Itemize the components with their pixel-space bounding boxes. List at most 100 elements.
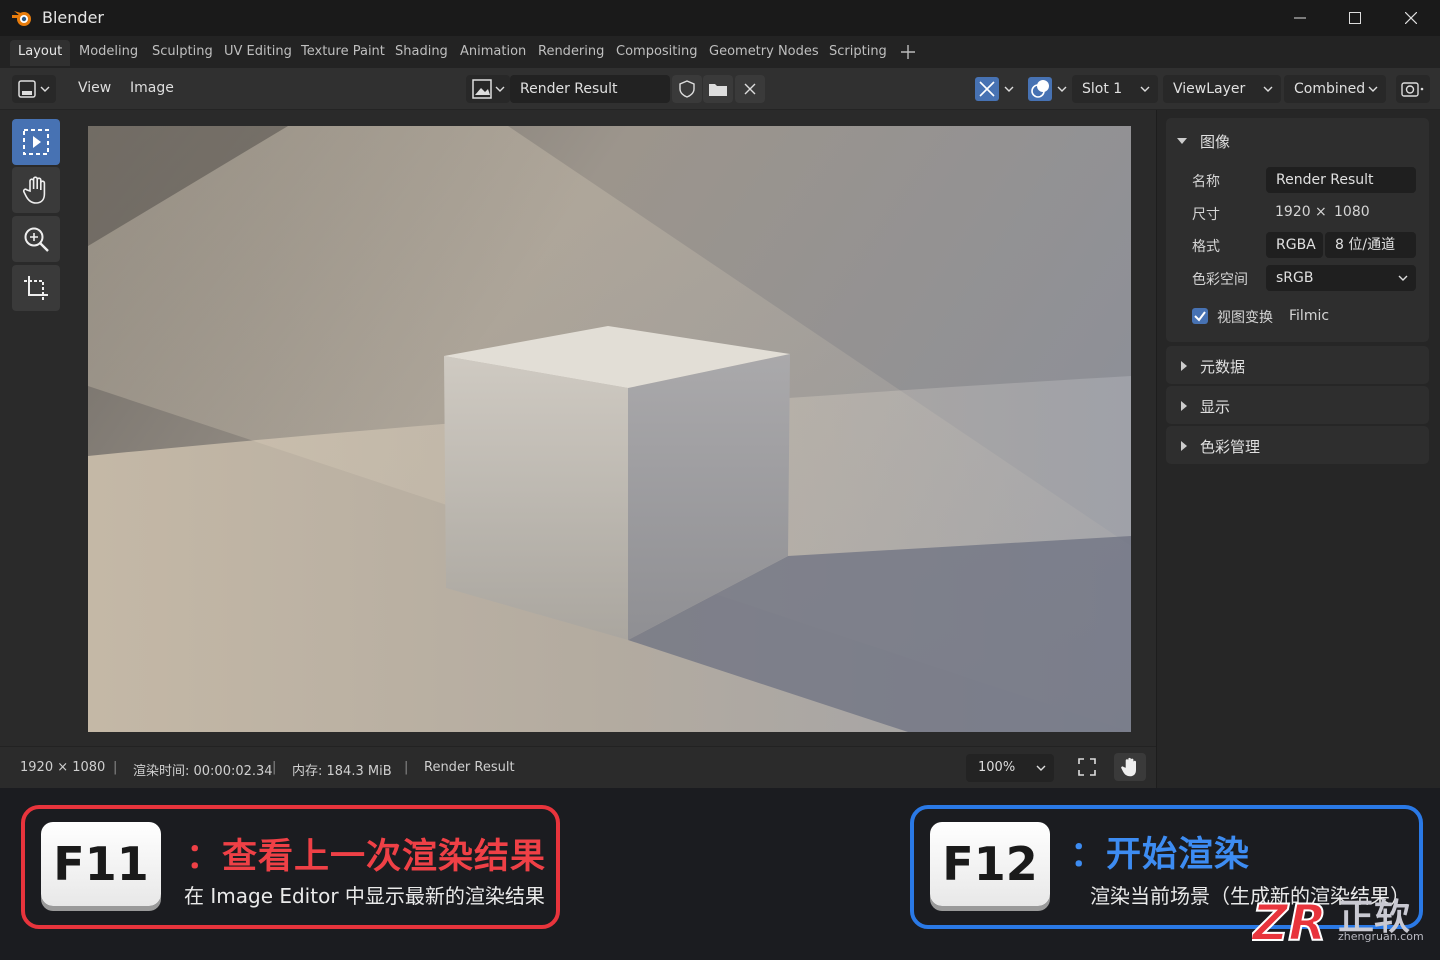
checkmark-icon bbox=[1194, 311, 1206, 322]
view-menu[interactable]: View bbox=[78, 80, 111, 96]
pan-view-button[interactable] bbox=[1114, 753, 1146, 781]
separator: | bbox=[404, 760, 409, 775]
snapshot-button[interactable] bbox=[1396, 75, 1430, 103]
colorspace-dropdown[interactable]: sRGB bbox=[1266, 265, 1416, 291]
image-menu[interactable]: Image bbox=[130, 80, 174, 96]
minimize-button[interactable] bbox=[1272, 0, 1328, 36]
image-editor-footer: 1920 × 1080 | 渲染时间: 00:00:02.34 | 内存: 18… bbox=[0, 746, 1156, 788]
crop-tool-button[interactable] bbox=[12, 265, 60, 311]
view-layer-label: ViewLayer bbox=[1173, 81, 1246, 97]
collapsed-triangle-icon bbox=[1181, 401, 1187, 411]
chevron-down-icon bbox=[1036, 765, 1046, 771]
tab-scripting[interactable]: Scripting bbox=[821, 40, 895, 66]
overlay-button[interactable] bbox=[1028, 75, 1072, 103]
maximize-icon bbox=[1349, 12, 1361, 24]
colorspace-value: sRGB bbox=[1276, 270, 1314, 286]
zoom-tool-button[interactable] bbox=[12, 216, 60, 262]
name-field[interactable]: Render Result bbox=[1266, 167, 1416, 193]
pan-tool-button[interactable] bbox=[12, 167, 60, 213]
overlay-icon bbox=[1028, 77, 1067, 101]
select-box-icon bbox=[23, 129, 49, 155]
add-workspace-icon[interactable] bbox=[898, 42, 918, 62]
view-transform-checkbox[interactable] bbox=[1192, 308, 1208, 324]
render-result-image bbox=[88, 126, 1131, 732]
f11-title: ：查看上一次渲染结果 bbox=[186, 837, 547, 877]
separator: | bbox=[272, 760, 277, 775]
image-editor-icon bbox=[18, 80, 50, 98]
zoom-dropdown[interactable]: 100% bbox=[966, 754, 1054, 782]
slot-dropdown[interactable]: Slot 1 bbox=[1072, 75, 1158, 103]
browse-image-button[interactable] bbox=[466, 75, 510, 103]
view-layer-dropdown[interactable]: ViewLayer bbox=[1163, 75, 1281, 103]
format-label: 格式 bbox=[1192, 239, 1220, 255]
image-browse-icon bbox=[472, 79, 505, 99]
open-image-button[interactable] bbox=[703, 75, 733, 103]
image-name-field[interactable]: Render Result bbox=[510, 75, 670, 103]
app-title: Blender bbox=[42, 8, 104, 27]
tab-animation[interactable]: Animation bbox=[452, 40, 534, 66]
tab-sculpting[interactable]: Sculpting bbox=[144, 40, 221, 66]
svg-text:ZR: ZR bbox=[1252, 894, 1327, 950]
hand-icon bbox=[1121, 757, 1136, 777]
collapsed-triangle-icon bbox=[1181, 441, 1187, 451]
render-pass-dropdown[interactable]: Combined bbox=[1284, 75, 1386, 103]
unlink-image-button[interactable] bbox=[735, 75, 765, 103]
maximize-button[interactable] bbox=[1327, 0, 1383, 36]
close-icon bbox=[1405, 12, 1417, 24]
sample-tool-button[interactable] bbox=[12, 119, 60, 165]
size-label: 尺寸 bbox=[1192, 207, 1220, 223]
tab-uv-editing[interactable]: UV Editing bbox=[216, 40, 300, 66]
close-window-button[interactable] bbox=[1383, 0, 1439, 36]
format-depth-field[interactable]: 8 位/通道 bbox=[1325, 232, 1416, 258]
display-channels-button[interactable] bbox=[975, 75, 1019, 103]
f11-desc: 在 Image Editor 中显示最新的渲染结果 bbox=[184, 884, 545, 908]
size-width: 1920 bbox=[1275, 204, 1311, 220]
section-title-color-management[interactable]: 色彩管理 bbox=[1200, 436, 1260, 457]
zoom-value: 100% bbox=[978, 760, 1016, 775]
fullscreen-icon bbox=[1078, 758, 1096, 776]
section-title-image[interactable]: 图像 bbox=[1200, 131, 1230, 152]
expanded-triangle-icon[interactable] bbox=[1176, 136, 1188, 146]
workspace-tab-bar: Layout Modeling Sculpting UV Editing Tex… bbox=[0, 36, 1440, 68]
folder-icon bbox=[709, 84, 727, 96]
tab-texture-paint[interactable]: Texture Paint bbox=[293, 40, 393, 66]
zoom-icon bbox=[24, 227, 49, 252]
collapsed-triangle-icon bbox=[1181, 361, 1187, 371]
image-display-icon bbox=[975, 77, 1014, 101]
size-times: × bbox=[1315, 204, 1327, 220]
crop-icon bbox=[24, 276, 48, 300]
close-icon bbox=[744, 83, 756, 95]
fit-view-button[interactable] bbox=[1072, 753, 1102, 781]
title-bar: Blender bbox=[0, 0, 1440, 36]
camera-icon bbox=[1401, 82, 1424, 97]
section-title-metadata[interactable]: 元数据 bbox=[1200, 356, 1245, 377]
tab-modeling[interactable]: Modeling bbox=[71, 40, 146, 66]
render-time-text: 渲染时间: 00:00:02.34 bbox=[133, 764, 273, 779]
fake-user-button[interactable] bbox=[672, 75, 702, 103]
section-title-display[interactable]: 显示 bbox=[1200, 396, 1230, 417]
view-transform-label: 视图变换 bbox=[1217, 310, 1273, 326]
minimize-icon bbox=[1294, 17, 1306, 19]
chevron-down-icon bbox=[1140, 86, 1150, 92]
tab-compositing[interactable]: Compositing bbox=[608, 40, 706, 66]
chevron-down-icon bbox=[1398, 275, 1408, 281]
f12-key: F12 bbox=[930, 822, 1050, 906]
tab-rendering[interactable]: Rendering bbox=[530, 40, 612, 66]
render-pass-label: Combined bbox=[1294, 81, 1366, 97]
f12-title: ：开始渲染 bbox=[1070, 835, 1251, 875]
chevron-down-icon bbox=[1263, 86, 1273, 92]
blender-logo-icon bbox=[12, 11, 31, 26]
format-channels-field[interactable]: RGBA bbox=[1266, 232, 1323, 258]
size-height: 1080 bbox=[1334, 204, 1370, 220]
chevron-down-icon bbox=[1368, 86, 1378, 92]
editor-type-button[interactable] bbox=[12, 75, 56, 103]
slot-label: Slot 1 bbox=[1082, 81, 1123, 97]
watermark: ZR 正软 zhengruan.com bbox=[1249, 890, 1432, 953]
shield-icon bbox=[679, 80, 695, 98]
tab-shading[interactable]: Shading bbox=[387, 40, 456, 66]
hand-icon bbox=[22, 176, 46, 204]
tab-geometry-nodes[interactable]: Geometry Nodes bbox=[701, 40, 827, 66]
separator: | bbox=[113, 760, 118, 775]
tab-layout[interactable]: Layout bbox=[10, 40, 71, 66]
render-scene-icon bbox=[88, 126, 1131, 732]
